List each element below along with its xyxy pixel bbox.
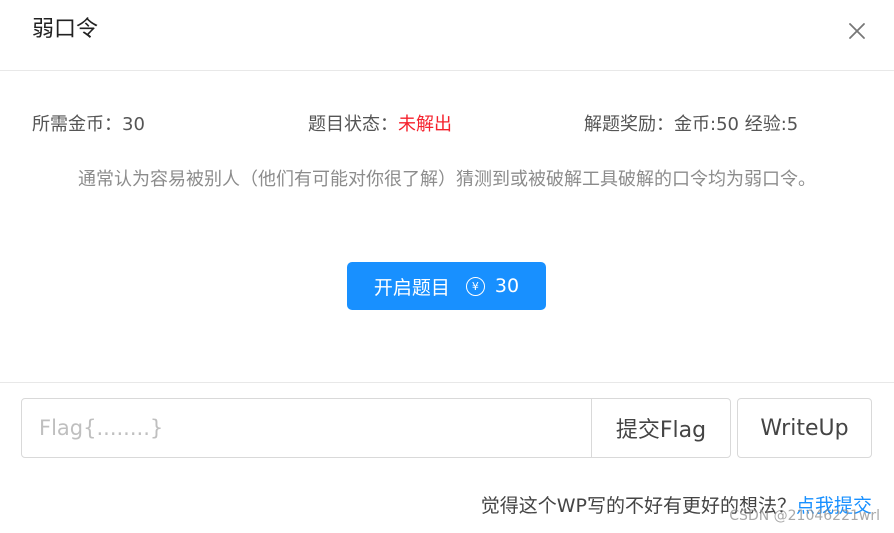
challenge-dialog: 弱口令 所需金币：30 题目状态：未解出 解题奖励：金币:50 经验:5 通常认… (0, 0, 894, 533)
required-coins: 所需金币：30 (32, 112, 145, 138)
dialog-header: 弱口令 (0, 0, 894, 71)
challenge-status: 题目状态：未解出 (308, 112, 452, 138)
close-icon (849, 23, 865, 39)
solve-reward-value: 金币:50 经验:5 (674, 114, 799, 135)
start-challenge-cost: 30 (494, 275, 520, 297)
required-coins-label: 所需金币： (32, 114, 122, 135)
challenge-info-row: 所需金币：30 题目状态：未解出 解题奖励：金币:50 经验:5 (0, 112, 894, 138)
challenge-status-value: 未解出 (398, 114, 452, 135)
required-coins-value: 30 (122, 114, 145, 135)
coin-icon: ¥ (465, 276, 485, 296)
start-challenge-button[interactable]: 开启题目 ¥ 30 (347, 262, 546, 310)
writeup-button[interactable]: WriteUp (737, 398, 872, 458)
challenge-status-label: 题目状态： (308, 114, 398, 135)
csdn-watermark: CSDN @21046221wrl (729, 508, 880, 524)
solve-reward: 解题奖励：金币:50 经验:5 (584, 112, 798, 138)
flag-input[interactable] (21, 398, 592, 458)
submit-flag-button[interactable]: 提交Flag (591, 398, 731, 458)
dialog-title: 弱口令 (32, 17, 99, 42)
start-challenge-label: 开启题目 (373, 276, 450, 299)
close-button[interactable] (842, 16, 872, 46)
section-divider (0, 382, 894, 383)
challenge-description: 通常认为容易被别人（他们有可能对你很了解）猜测到或被破解工具破解的口令均为弱口令… (78, 169, 816, 190)
solve-reward-label: 解题奖励： (584, 114, 674, 135)
